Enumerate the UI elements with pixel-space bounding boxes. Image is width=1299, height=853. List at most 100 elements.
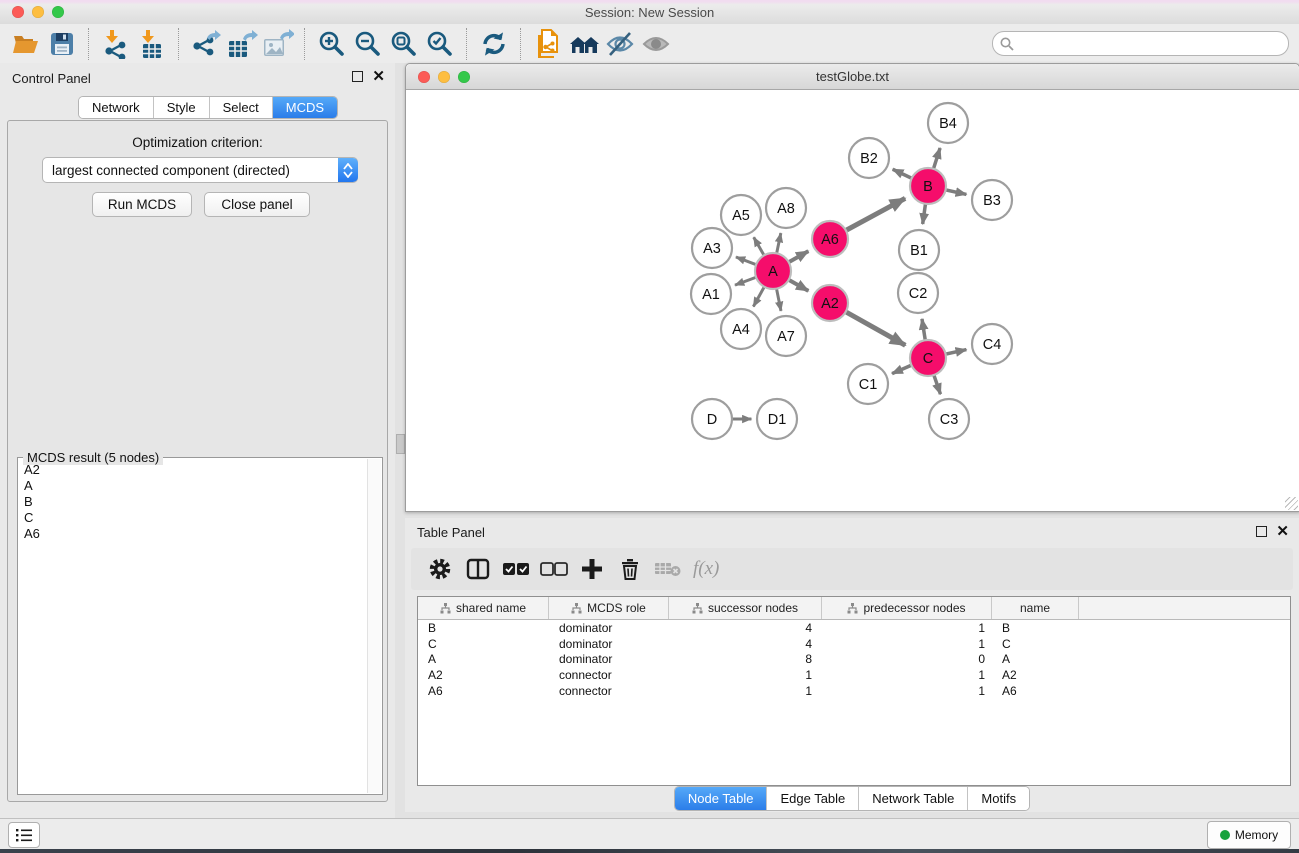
table-tab-node-table[interactable]: Node Table (675, 787, 768, 810)
task-history-button[interactable] (8, 822, 40, 848)
table-cell[interactable]: 0 (822, 652, 992, 666)
close-panel-button[interactable]: Close panel (204, 192, 310, 217)
hide-selected-icon[interactable] (602, 27, 638, 61)
table-cell[interactable]: A6 (992, 684, 1079, 698)
table-cell[interactable]: B (992, 621, 1079, 635)
graph-node-A1[interactable]: A1 (691, 274, 731, 314)
home-icon[interactable] (566, 27, 602, 61)
open-session-icon[interactable] (8, 27, 44, 61)
delete-column-icon[interactable] (613, 552, 647, 586)
table-row[interactable]: A2connector11A2 (418, 667, 1290, 683)
table-tab-edge-table[interactable]: Edge Table (767, 787, 859, 810)
column-header-name[interactable]: name (992, 597, 1079, 619)
table-cell[interactable]: 4 (669, 621, 822, 635)
table-cell[interactable]: 8 (669, 652, 822, 666)
run-mcds-button[interactable]: Run MCDS (92, 192, 192, 217)
mcds-result-item[interactable]: A6 (19, 526, 368, 542)
mcds-result-item[interactable]: A2 (19, 462, 368, 478)
table-row[interactable]: Cdominator41C (418, 636, 1290, 652)
resize-grip[interactable] (1285, 497, 1298, 510)
table-cell[interactable]: 1 (822, 621, 992, 635)
table-cell[interactable]: connector (549, 684, 669, 698)
table-cell[interactable]: A2 (992, 668, 1079, 682)
zoom-fit-icon[interactable] (386, 27, 422, 61)
table-cell[interactable]: 1 (822, 668, 992, 682)
graph-node-D[interactable]: D (692, 399, 732, 439)
graph-node-C[interactable]: C (910, 340, 946, 376)
float-panel-icon[interactable] (352, 71, 363, 82)
add-column-icon[interactable] (575, 552, 609, 586)
graph-node-A8[interactable]: A8 (766, 188, 806, 228)
close-panel-icon[interactable]: ✕ (372, 72, 385, 82)
export-network-icon[interactable] (188, 27, 224, 61)
table-cell[interactable]: 1 (669, 668, 822, 682)
mcds-result-item[interactable]: C (19, 510, 368, 526)
table-cell[interactable]: 1 (669, 684, 822, 698)
table-cell[interactable]: A (418, 652, 549, 666)
graph-node-A4[interactable]: A4 (721, 309, 761, 349)
new-network-from-selection-icon[interactable] (530, 27, 566, 61)
export-table-icon[interactable] (224, 27, 260, 61)
close-table-panel-icon[interactable]: ✕ (1276, 527, 1289, 537)
table-row[interactable]: A6connector11A6 (418, 683, 1290, 699)
column-header-successor-nodes[interactable]: successor nodes (669, 597, 822, 619)
table-cell[interactable]: A6 (418, 684, 549, 698)
network-canvas[interactable]: A A1 A2 A3 A4 A5 A6 A7 A8 B B1 B2 B3B4 C C1 C2 C3C4 D D1 (406, 90, 1299, 510)
mcds-result-item[interactable]: B (19, 494, 368, 510)
graph-node-A3[interactable]: A3 (692, 228, 732, 268)
graph-node-C3[interactable]: C3 (929, 399, 969, 439)
graph-node-A2[interactable]: A2 (812, 285, 848, 321)
graph-node-A[interactable]: A (755, 253, 791, 289)
column-header-shared-name[interactable]: shared name (418, 597, 549, 619)
import-network-icon[interactable] (98, 27, 134, 61)
splitter-handle[interactable] (396, 434, 405, 454)
memory-button[interactable]: Memory (1207, 821, 1291, 849)
export-image-icon[interactable] (260, 27, 296, 61)
float-table-panel-icon[interactable] (1256, 526, 1267, 537)
apply-layout-icon[interactable] (476, 27, 512, 61)
save-session-icon[interactable] (44, 27, 80, 61)
table-cell[interactable]: C (992, 637, 1079, 651)
graph-node-C1[interactable]: C1 (848, 364, 888, 404)
graph-node-D1[interactable]: D1 (757, 399, 797, 439)
tab-mcds[interactable]: MCDS (273, 97, 337, 118)
import-table-icon[interactable] (134, 27, 170, 61)
zoom-in-icon[interactable] (314, 27, 350, 61)
table-cell[interactable]: connector (549, 668, 669, 682)
graph-node-B[interactable]: B (910, 168, 946, 204)
select-all-columns-icon[interactable] (499, 552, 533, 586)
table-cell[interactable]: dominator (549, 637, 669, 651)
table-cell[interactable]: B (418, 621, 549, 635)
table-row[interactable]: Adominator80A (418, 652, 1290, 668)
table-cell[interactable]: 1 (822, 684, 992, 698)
mcds-result-item[interactable]: A (19, 478, 368, 494)
table-settings-gear-icon[interactable] (423, 552, 457, 586)
graph-node-B4[interactable]: B4 (928, 103, 968, 143)
optimization-criterion-select[interactable]: largest connected component (directed) (42, 157, 358, 183)
graph-node-B2[interactable]: B2 (849, 138, 889, 178)
column-header-mcds-role[interactable]: MCDS role (549, 597, 669, 619)
table-cell[interactable]: dominator (549, 621, 669, 635)
tab-select[interactable]: Select (210, 97, 273, 118)
deselect-all-columns-icon[interactable] (537, 552, 571, 586)
zoom-out-icon[interactable] (350, 27, 386, 61)
graph-node-C2[interactable]: C2 (898, 273, 938, 313)
table-cell[interactable]: 1 (822, 637, 992, 651)
search-input[interactable] (1014, 34, 1280, 54)
graph-node-B3[interactable]: B3 (972, 180, 1012, 220)
table-tab-motifs[interactable]: Motifs (968, 787, 1029, 810)
show-column-panel-icon[interactable] (461, 552, 495, 586)
graph-node-A5[interactable]: A5 (721, 195, 761, 235)
tab-style[interactable]: Style (154, 97, 210, 118)
table-cell[interactable]: A2 (418, 668, 549, 682)
graph-node-A7[interactable]: A7 (766, 316, 806, 356)
table-cell[interactable]: dominator (549, 652, 669, 666)
table-cell[interactable]: A (992, 652, 1079, 666)
graph-node-C4[interactable]: C4 (972, 324, 1012, 364)
graph-node-B1[interactable]: B1 (899, 230, 939, 270)
mcds-result-scrollbar[interactable] (367, 459, 381, 793)
graph-node-A6[interactable]: A6 (812, 221, 848, 257)
table-cell[interactable]: 4 (669, 637, 822, 651)
network-window-titlebar[interactable]: testGlobe.txt (406, 64, 1299, 90)
vertical-splitter[interactable] (395, 63, 405, 818)
